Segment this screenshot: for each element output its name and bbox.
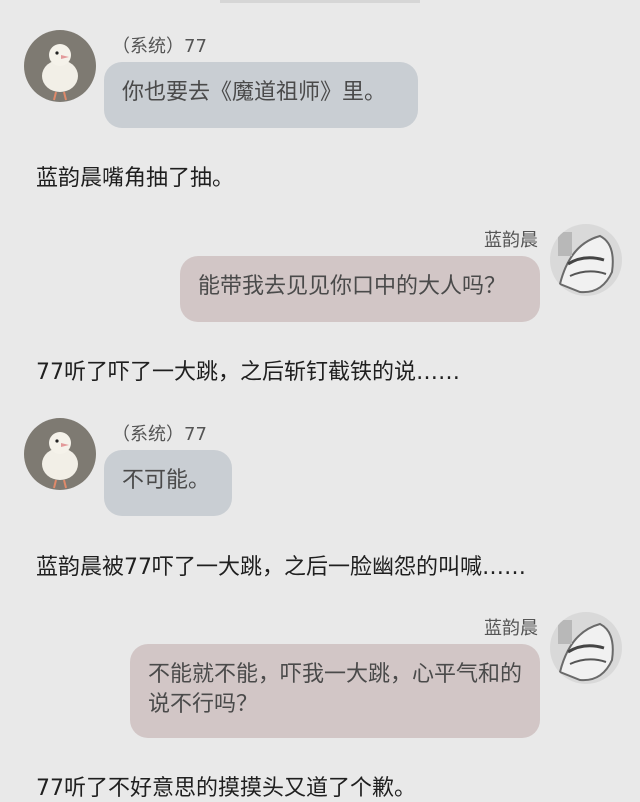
bird-avatar-icon <box>24 30 96 102</box>
sender-name: 蓝韵晨 <box>484 618 538 639</box>
chat-bubble-user[interactable]: 能带我去见见你口中的大人吗？ <box>180 256 540 322</box>
system-avatar[interactable] <box>24 418 96 490</box>
chat-bubble-system[interactable]: 不可能。 <box>104 450 232 516</box>
chat-bubble-user[interactable]: 不能就不能，吓我一大跳，心平气和的说不行吗？ <box>130 644 540 738</box>
sender-name: （系统）77 <box>112 424 207 445</box>
top-divider <box>220 0 420 3</box>
narration-text: 蓝韵晨嘴角抽了抽。 <box>36 166 235 191</box>
narration-text: 蓝韵晨被77吓了一大跳，之后一脸幽怨的叫喊…… <box>36 555 526 580</box>
narration-text: 77听了吓了一大跳，之后斩钉截铁的说…… <box>36 360 460 385</box>
chat-bubble-system[interactable]: 你也要去《魔道祖师》里。 <box>104 62 418 128</box>
anime-character-avatar-icon <box>550 224 622 296</box>
bird-avatar-icon <box>24 418 96 490</box>
user-avatar[interactable] <box>550 612 622 684</box>
sender-name: （系统）77 <box>112 36 207 57</box>
user-avatar[interactable] <box>550 224 622 296</box>
narration-text: 77听了不好意思的摸摸头又道了个歉。 <box>36 776 416 801</box>
anime-character-avatar-icon <box>550 612 622 684</box>
system-avatar[interactable] <box>24 30 96 102</box>
sender-name: 蓝韵晨 <box>484 230 538 251</box>
